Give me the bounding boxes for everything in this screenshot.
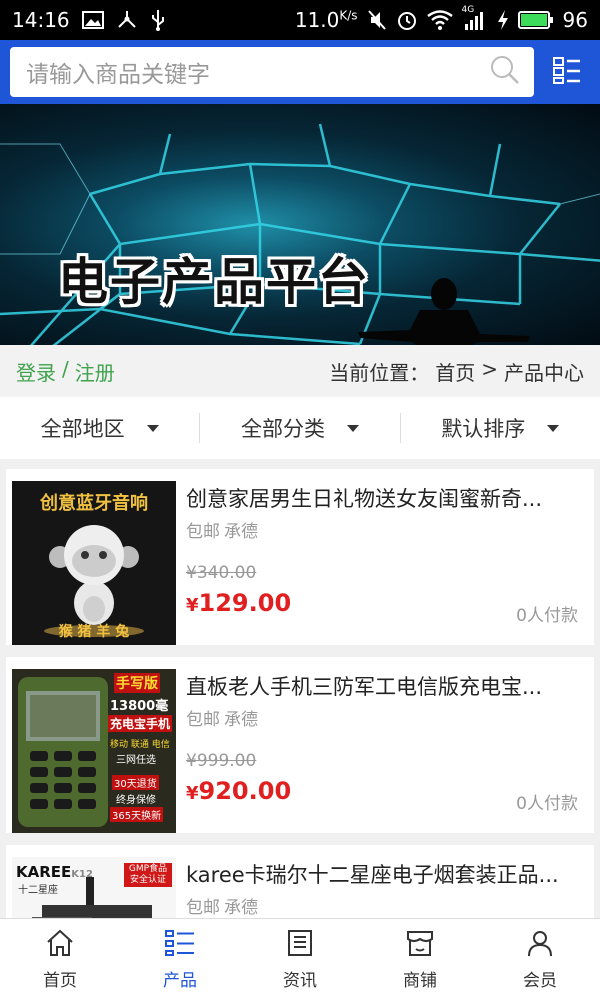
login-separator: / [62,356,69,381]
product-original-price: ¥999.00 [186,751,257,771]
category-menu-button[interactable] [534,40,600,104]
filter-sort-label: 默认排序 [441,417,526,441]
product-image-phone[interactable]: 手写版 13800毫安 充电宝手机 移动 联通 电信 三网任选 30天退货 终身… [12,669,176,833]
battery-icon [517,10,554,30]
signal-icon: 4G [462,5,488,31]
tag-location: 承德 [224,522,258,542]
battery-level: 96 [562,8,588,32]
filter-region[interactable]: 全部地区 [0,413,201,443]
tag-free-shipping: 包邮 [186,710,220,730]
product-title[interactable]: karee卡瑞尔十二星座电子烟套装正品... [186,859,586,889]
product-paid-count: 0人付款 [516,794,578,814]
breadcrumb-label: 当前位置： [329,360,430,385]
product-image-ecig[interactable]: KAREEK12 十二星座 GMP食品 安全认证 [12,857,176,918]
tag-location: 承德 [224,898,258,918]
phone-caption-powerbank: 充电宝手机 [108,715,173,732]
status-time: 14:16 [12,8,70,32]
breadcrumb: 当前位置： 首页 > 产品中心 [329,357,584,386]
bottom-nav: 首页 产品 资讯 商铺 会员 [0,918,600,1000]
image-icon [81,11,104,29]
filter-category-label: 全部分类 [240,417,325,441]
product-title[interactable]: 创意家居男生日礼物送女友闺蜜新奇... [186,483,586,513]
search-input[interactable]: 请输入商品关键字 [10,47,534,97]
breadcrumb-home[interactable]: 首页 [435,357,475,386]
product-price: ¥920.00 [186,777,292,805]
network-type: 4G [461,5,475,15]
product-tags: 包邮 承德 [186,893,258,918]
phone-caption-carriers: 移动 联通 电信 [110,740,170,750]
product-list: 创意蓝牙音响 猴 猪 羊 兔 创意家居男生日礼物送女友闺蜜新奇... 包邮 承德… [0,459,600,918]
charging-icon [497,9,509,31]
news-icon [286,929,314,962]
breadcrumb-current: 产品中心 [504,360,584,385]
phone-caption-warranty: 终身保修 [116,795,156,806]
nav-member[interactable]: 会员 [480,919,600,1000]
ecig-product-graphic [32,877,152,918]
nav-products-label: 产品 [163,970,197,991]
login-link[interactable]: 登录 [16,357,56,386]
nav-shop[interactable]: 商铺 [360,919,480,1000]
product-image-zodiac: 猴 猪 羊 兔 [58,624,130,640]
shop-icon [405,929,435,962]
user-icon [526,929,554,962]
product-tags: 包邮 承德 [186,705,258,730]
caret-down-icon [547,424,560,432]
search-placeholder: 请输入商品关键字 [26,62,210,88]
filter-sort[interactable]: 默认排序 [401,413,600,443]
phone-caption-networks: 三网任选 [116,755,156,766]
wifi-icon [426,10,453,30]
nav-home-label: 首页 [43,970,77,991]
banner[interactable]: 电子产品平台 [0,104,600,345]
product-title[interactable]: 直板老人手机三防军工电信版充电宝... [186,671,586,701]
phone-caption-handwrite: 手写版 [114,673,160,693]
location-bar: 登录 / 注册 当前位置： 首页 > 产品中心 [0,345,600,397]
usb-tether-icon [116,10,138,30]
list-icon [164,929,196,962]
home-icon [45,929,75,962]
network-speed: 11.0K/s [294,8,358,32]
tag-free-shipping: 包邮 [186,522,220,542]
alarm-icon [396,9,418,31]
nav-news[interactable]: 资讯 [240,919,360,1000]
product-card[interactable]: 手写版 13800毫安 充电宝手机 移动 联通 电信 三网任选 30天退货 终身… [6,657,594,833]
product-price: ¥129.00 [186,589,292,617]
nav-products[interactable]: 产品 [120,919,240,1000]
caret-down-icon [146,424,159,432]
nav-member-label: 会员 [523,970,557,991]
phone-caption-return: 30天退货 [112,775,159,790]
product-image-speaker[interactable]: 创意蓝牙音响 猴 猪 羊 兔 [12,481,176,645]
nav-home[interactable]: 首页 [0,919,120,1000]
product-card[interactable]: 创意蓝牙音响 猴 猪 羊 兔 创意家居男生日礼物送女友闺蜜新奇... 包邮 承德… [6,469,594,645]
man-silhouette [358,278,530,345]
phone-caption-exchange: 365天换新 [110,807,164,822]
nav-news-label: 资讯 [283,970,317,991]
search-icon[interactable] [490,55,520,89]
tag-free-shipping: 包邮 [186,898,220,918]
tag-location: 承德 [224,710,258,730]
filter-category[interactable]: 全部分类 [200,413,401,443]
usb-icon [150,9,166,31]
product-paid-count: 0人付款 [516,606,578,626]
search-header: 请输入商品关键字 [0,40,600,104]
menu-list-icon [552,55,582,89]
product-card[interactable]: KAREEK12 十二星座 GMP食品 安全认证 karee卡瑞尔十二星座电子烟套… [6,845,594,918]
breadcrumb-arrow: > [481,356,498,381]
nav-shop-label: 商铺 [403,970,437,991]
caret-down-icon [346,424,359,432]
mute-icon [367,9,387,31]
product-tags: 包邮 承德 [186,517,258,542]
filter-region-label: 全部地区 [40,417,125,441]
status-bar: 14:16 11.0K/s 4G 96 [0,0,600,40]
filter-bar: 全部地区 全部分类 默认排序 [0,397,600,459]
product-original-price: ¥340.00 [186,563,257,583]
register-link[interactable]: 注册 [75,357,115,386]
banner-title: 电子产品平台 [58,253,370,311]
